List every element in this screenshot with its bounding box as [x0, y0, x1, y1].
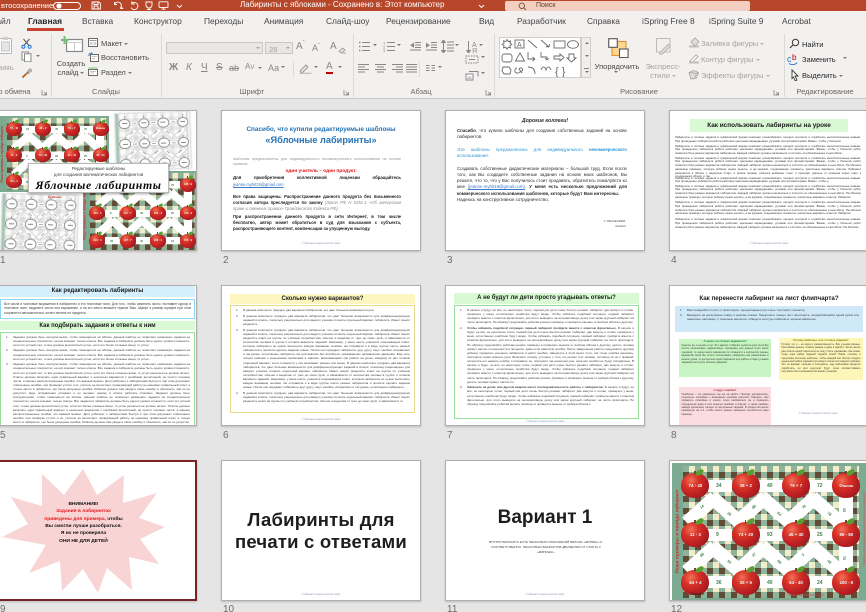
svg-text:Я: Я: [472, 48, 477, 53]
svg-text:b: b: [792, 53, 797, 62]
svg-text:А: А: [517, 42, 522, 49]
svg-text:{ }: { }: [555, 66, 566, 77]
svg-text:3: 3: [383, 48, 386, 52]
